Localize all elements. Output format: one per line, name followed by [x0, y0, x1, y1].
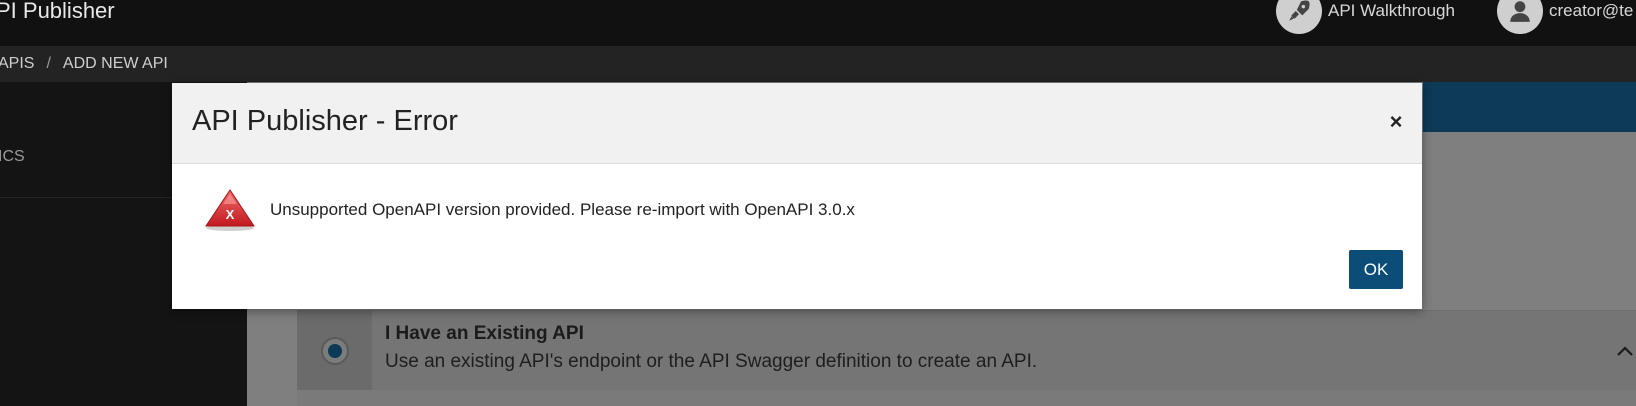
top-header: PI Publisher API Walkthrough creator@te [0, 0, 1636, 46]
close-button[interactable]: × [1384, 107, 1408, 137]
ok-button[interactable]: OK [1349, 250, 1403, 289]
error-warning-icon: X [205, 189, 255, 231]
radio-selected-dot [327, 344, 342, 358]
dialog-title: API Publisher - Error [192, 105, 458, 137]
dialog-header: API Publisher - Error × [172, 83, 1422, 164]
rocket-icon [1276, 0, 1322, 34]
breadcrumb: APIS / ADD NEW API [0, 55, 168, 73]
content-header-band [1423, 82, 1636, 132]
sidebar-item-label: ICS [0, 148, 25, 165]
existing-api-option[interactable]: I Have an Existing API Use an existing A… [297, 310, 1636, 391]
user-menu[interactable]: creator@te [1497, 0, 1633, 36]
api-walkthrough-label: API Walkthrough [1328, 1, 1455, 20]
breadcrumb-bar: APIS / ADD NEW API [0, 46, 1636, 82]
page: PI Publisher API Walkthrough creator@te [0, 0, 1636, 406]
api-walkthrough-link[interactable]: API Walkthrough [1276, 0, 1455, 36]
chevron-up-icon[interactable] [1615, 341, 1635, 361]
user-name: creator@te [1549, 1, 1634, 20]
app-title: PI Publisher [0, 0, 115, 23]
error-icon-glyph: X [226, 207, 235, 222]
option-radio-column [297, 311, 372, 391]
breadcrumb-separator: / [46, 55, 51, 72]
next-option-strip [297, 390, 1636, 406]
error-message: Unsupported OpenAPI version provided. Pl… [270, 200, 855, 219]
option-title: I Have an Existing API [385, 323, 584, 344]
error-dialog: API Publisher - Error × X Unsupported Op… [172, 83, 1422, 309]
option-description: Use an existing API's endpoint or the AP… [385, 351, 1038, 372]
user-icon [1497, 0, 1543, 34]
breadcrumb-item-add-new-api: ADD NEW API [62, 55, 168, 72]
existing-api-radio[interactable] [320, 337, 349, 365]
breadcrumb-item-apis[interactable]: APIS [0, 55, 34, 73]
